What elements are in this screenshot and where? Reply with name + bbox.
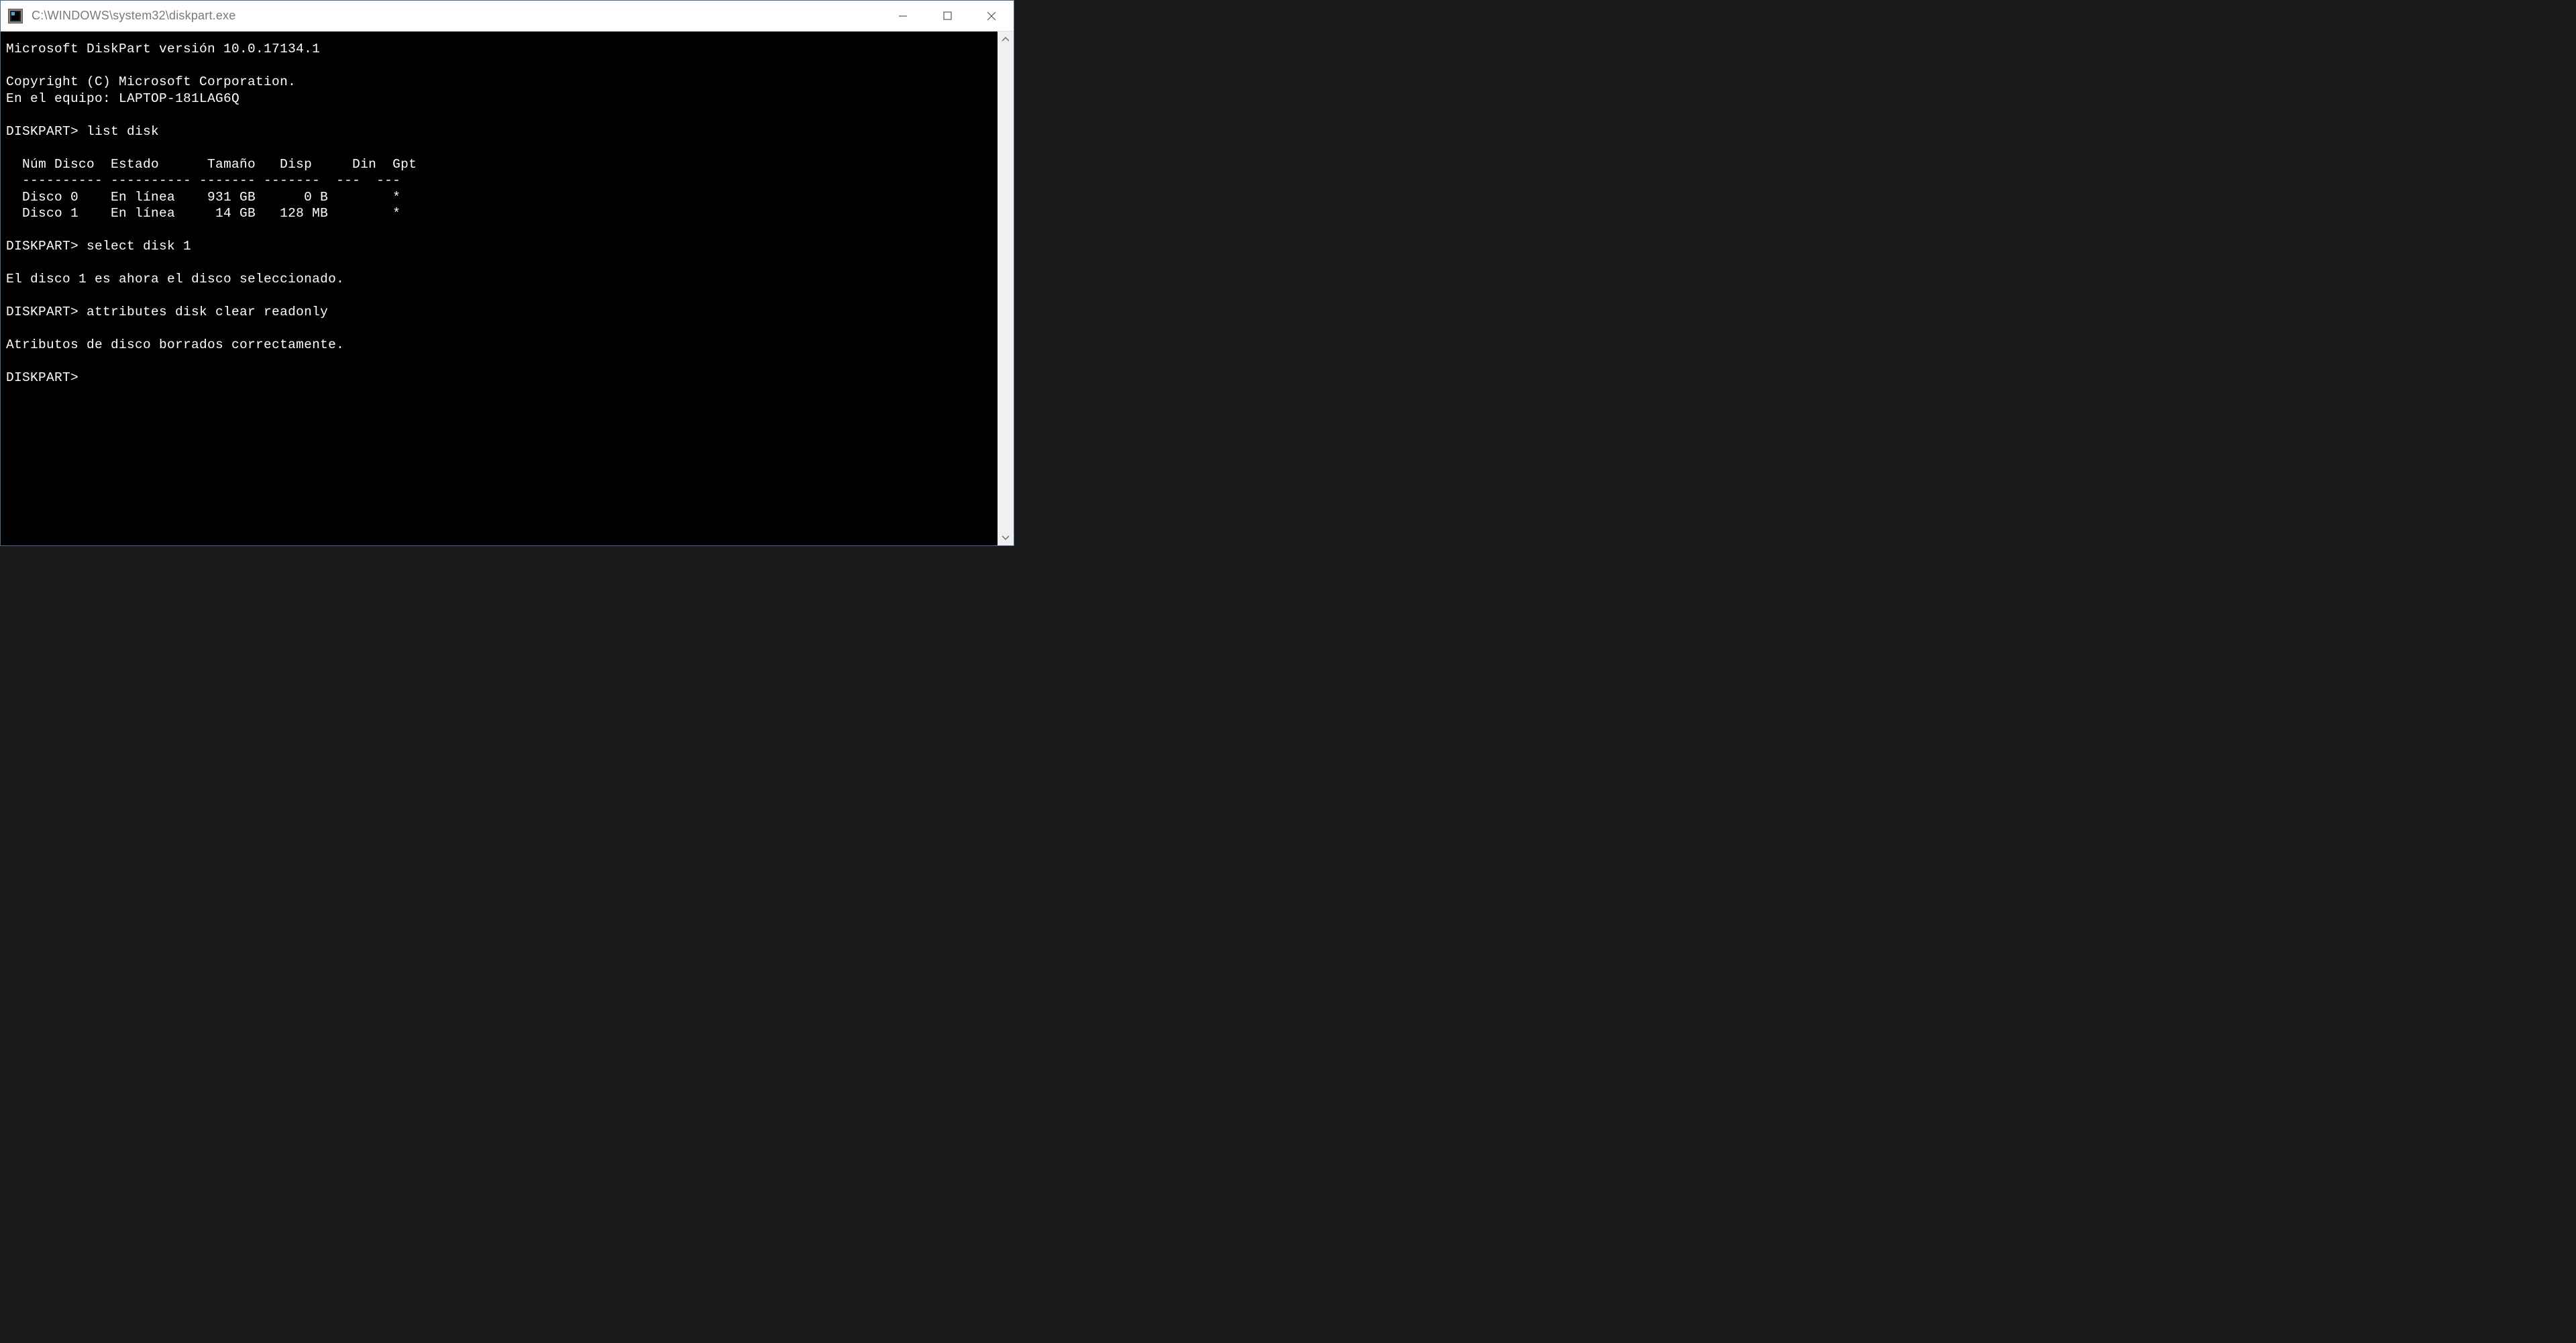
close-icon (987, 11, 996, 21)
chevron-up-icon (1002, 36, 1010, 42)
scroll-down-button[interactable] (998, 531, 1014, 545)
vertical-scrollbar[interactable] (998, 32, 1014, 545)
window-title: C:\WINDOWS\system32\diskpart.exe (32, 9, 881, 23)
window-controls (881, 1, 1014, 31)
maximize-icon (943, 11, 952, 20)
terminal-output[interactable]: Microsoft DiskPart versión 10.0.17134.1 … (1, 32, 998, 545)
command-prompt-icon (9, 9, 22, 23)
chevron-down-icon (1002, 535, 1010, 541)
scroll-up-button[interactable] (998, 32, 1014, 46)
terminal-area: Microsoft DiskPart versión 10.0.17134.1 … (1, 32, 1014, 545)
titlebar[interactable]: C:\WINDOWS\system32\diskpart.exe (1, 1, 1014, 32)
console-window: C:\WINDOWS\system32\diskpart.exe Microso… (0, 0, 1014, 546)
maximize-button[interactable] (925, 1, 969, 31)
close-button[interactable] (969, 1, 1014, 31)
minimize-icon (898, 11, 908, 21)
minimize-button[interactable] (881, 1, 925, 31)
